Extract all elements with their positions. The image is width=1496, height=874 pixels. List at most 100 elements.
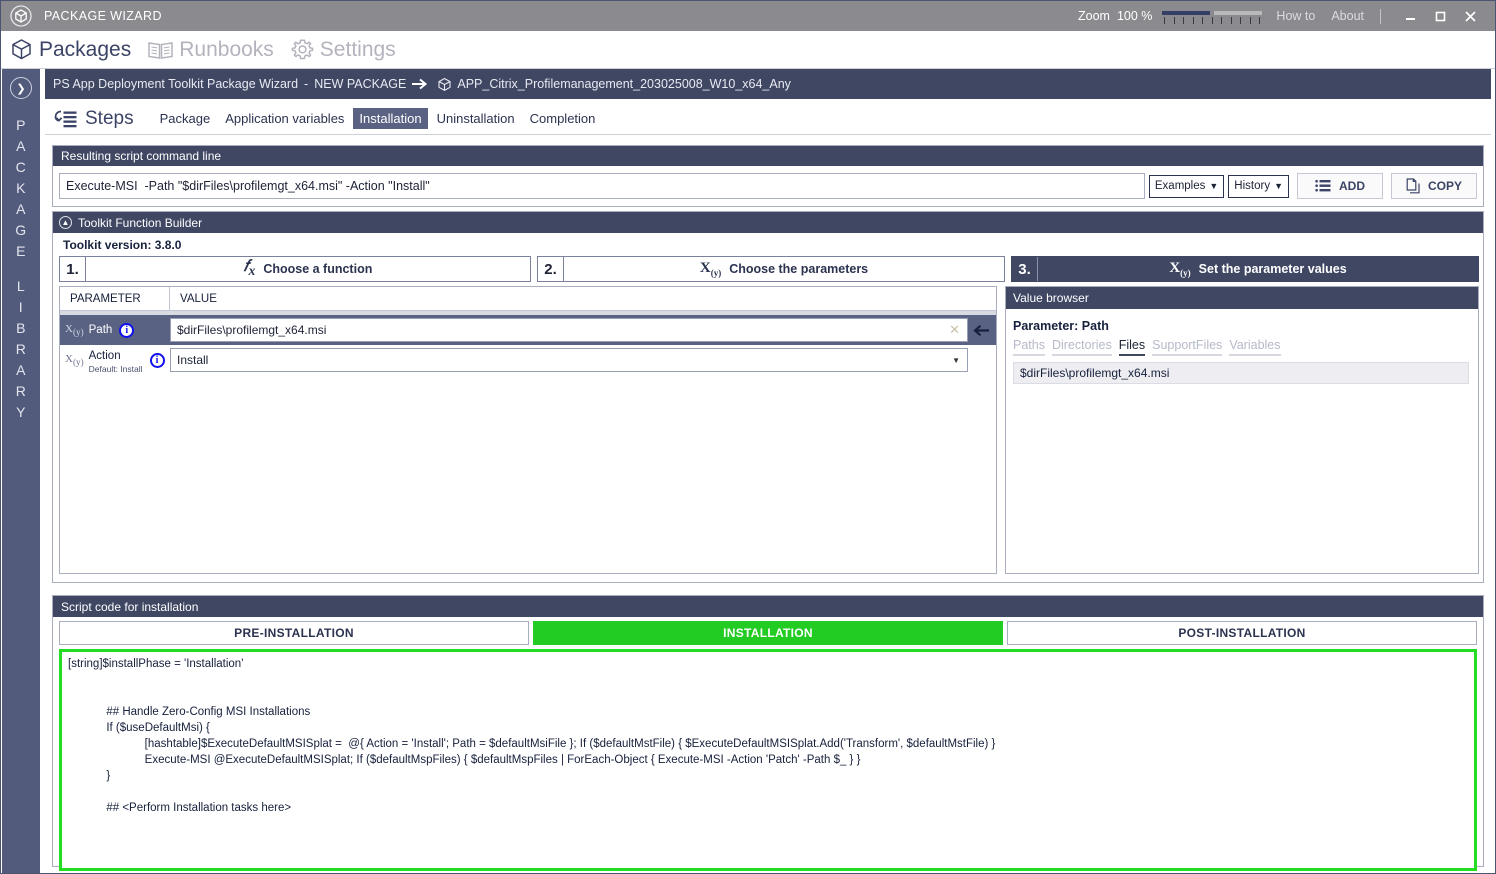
value-browser-tab-variables[interactable]: Variables xyxy=(1229,338,1281,356)
examples-label: Examples xyxy=(1154,180,1206,192)
sidebar-letter: G xyxy=(15,222,27,238)
action-value-dropdown[interactable]: Install ▼ xyxy=(170,348,968,372)
sidebar-letter: R xyxy=(15,341,27,357)
sidebar-letter: R xyxy=(15,383,27,399)
chevron-up-icon[interactable]: ▲ xyxy=(59,216,72,229)
how-to-link[interactable]: How to xyxy=(1276,9,1315,23)
info-icon[interactable]: i xyxy=(119,322,135,338)
step-tab-installation[interactable]: Installation xyxy=(353,108,428,129)
parameter-row-path[interactable]: X(y) Path i $dirFiles\profilemgt_x64.msi… xyxy=(60,315,996,345)
chevron-down-icon[interactable]: ▼ xyxy=(952,356,960,365)
variable-xy-icon: X(y) xyxy=(65,322,84,338)
variable-xy-icon: X(y) xyxy=(699,260,722,278)
builder-step-3[interactable]: 3. X(y) Set the parameter values xyxy=(1011,256,1479,282)
add-button[interactable]: ADD xyxy=(1297,173,1383,199)
clear-x-icon[interactable]: ✕ xyxy=(949,322,960,338)
value-browser-tab-paths[interactable]: Paths xyxy=(1013,338,1045,356)
builder-step-1-label-wrap: 𝑓x Choose a function xyxy=(86,257,530,281)
value-browser-tab-files[interactable]: Files xyxy=(1118,338,1146,356)
package-wizard-window: PACKAGE WIZARD Zoom 100 % How to About P… xyxy=(0,0,1496,874)
resulting-command-header: Resulting script command line xyxy=(53,146,1483,166)
value-browser-panel: Value browser Parameter: Path Paths Dire… xyxy=(1005,286,1479,574)
history-dropdown[interactable]: History ▼ xyxy=(1228,174,1289,198)
function-fx-icon: 𝑓x xyxy=(243,258,256,279)
about-link[interactable]: About xyxy=(1331,9,1364,23)
copy-label: COPY xyxy=(1427,179,1462,193)
list-item[interactable]: $dirFiles\profilemgt_x64.msi xyxy=(1013,362,1469,384)
nav-item-settings[interactable]: Settings xyxy=(290,37,396,62)
step-tab-package[interactable]: Package xyxy=(154,108,217,129)
resulting-command-panel: Resulting script command line Examples ▼… xyxy=(52,145,1484,207)
script-code-panel: Script code for installation PRE-INSTALL… xyxy=(52,595,1484,871)
zoom-slider[interactable] xyxy=(1162,7,1263,25)
value-browser-tab-directories[interactable]: Directories xyxy=(1051,338,1112,356)
script-code-tabs: PRE-INSTALLATION INSTALLATION POST-INSTA… xyxy=(53,617,1483,645)
builder-step-2[interactable]: 2. X(y) Choose the parameters xyxy=(537,256,1005,282)
breadcrumb-separator: - xyxy=(304,77,309,91)
steps-list-icon xyxy=(52,108,78,130)
breadcrumb-state: NEW PACKAGE xyxy=(314,77,407,91)
step-tab-application-variables[interactable]: Application variables xyxy=(219,108,350,129)
step-tab-uninstallation[interactable]: Uninstallation xyxy=(431,108,521,129)
sidebar-expand-chevron-right-icon[interactable]: ❯ xyxy=(10,77,32,99)
resulting-command-row: Examples ▼ History ▼ xyxy=(53,166,1483,206)
sidebar-label-package: P A C K A G E xyxy=(15,115,26,262)
parameter-row-action[interactable]: X(y) Action Default: Install i Install ▼ xyxy=(60,345,996,375)
minimize-icon[interactable] xyxy=(1395,1,1425,31)
chevron-down-icon: ▼ xyxy=(1209,181,1219,191)
resulting-command-input[interactable] xyxy=(59,173,1145,199)
sidebar-letter: A xyxy=(16,362,26,378)
tab-installation[interactable]: INSTALLATION xyxy=(533,621,1003,645)
parameter-value-cell: Install ▼ xyxy=(170,345,996,375)
column-header-parameter: PARAMETER xyxy=(60,286,170,311)
list-add-icon xyxy=(1315,179,1332,194)
builder-step-3-label-wrap: X(y) Set the parameter values xyxy=(1038,257,1478,281)
sidebar-letter: Y xyxy=(16,404,26,420)
steps-title: Steps xyxy=(85,107,134,129)
tab-pre-installation[interactable]: PRE-INSTALLATION xyxy=(59,621,529,645)
main-navigation: Packages Runbooks Settings xyxy=(1,31,1495,69)
builder-step-2-label-wrap: X(y) Choose the parameters xyxy=(564,257,1004,281)
value-browser-parameter-title: Parameter: Path xyxy=(1013,319,1109,333)
examples-dropdown[interactable]: Examples ▼ xyxy=(1148,174,1225,198)
title-bar: PACKAGE WIZARD Zoom 100 % How to About xyxy=(1,1,1495,31)
variable-xy-icon: X(y) xyxy=(1169,260,1191,278)
value-browser-tabs: Paths Directories Files SupportFiles Var… xyxy=(1006,333,1478,356)
zoom-value: 100 % xyxy=(1116,9,1153,23)
code-line: [string]$installPhase = 'Installation' xyxy=(68,658,244,670)
parameter-table: PARAMETER VALUE X(y) Path i $dirFiles\pr… xyxy=(59,286,997,574)
script-code-header: Script code for installation xyxy=(53,596,1483,617)
arrow-left-icon[interactable] xyxy=(968,324,992,337)
step-tab-completion[interactable]: Completion xyxy=(524,108,602,129)
copy-button[interactable]: COPY xyxy=(1391,173,1477,199)
zoom-label: Zoom xyxy=(1078,9,1110,23)
path-value-input[interactable]: $dirFiles\profilemgt_x64.msi ✕ xyxy=(170,318,968,342)
zoom-slider-ticks xyxy=(1164,17,1261,24)
value-browser-list: $dirFiles\profilemgt_x64.msi xyxy=(1013,362,1469,384)
package-library-sidebar: ❯ P A C K A G E L I B R A R Y xyxy=(2,69,40,873)
parameter-label-action: Action xyxy=(88,350,121,362)
code-line: } xyxy=(68,770,111,782)
action-value-text: Install xyxy=(177,353,209,367)
info-icon[interactable]: i xyxy=(149,352,165,368)
close-icon[interactable] xyxy=(1455,1,1485,31)
parameter-default-action: Default: Install xyxy=(88,364,143,374)
maximize-icon[interactable] xyxy=(1425,1,1455,31)
value-browser-tab-supportfiles[interactable]: SupportFiles xyxy=(1152,338,1223,356)
steps-bar: Steps Package Application variables Inst… xyxy=(45,103,1491,135)
builder-step-2-number: 2. xyxy=(538,257,564,281)
nav-item-runbooks[interactable]: Runbooks xyxy=(147,38,274,62)
code-line: Execute-MSI @ExecuteDefaultMSISplat; If … xyxy=(68,754,861,766)
breadcrumb-package-name: APP_Citrix_Profilemanagement_203025008_W… xyxy=(457,77,791,91)
builder-step-1[interactable]: 1. 𝑓x Choose a function xyxy=(59,256,531,282)
nav-item-packages[interactable]: Packages xyxy=(9,37,131,62)
value-browser-header: Value browser xyxy=(1006,287,1478,309)
tab-post-installation[interactable]: POST-INSTALLATION xyxy=(1007,621,1477,645)
zoom-slider-track xyxy=(1214,11,1263,15)
script-code-editor[interactable]: [string]$installPhase = 'Installation' #… xyxy=(59,649,1477,871)
titlebar-divider xyxy=(1380,8,1381,24)
sidebar-letter: A xyxy=(16,201,26,217)
builder-steps: 1. 𝑓x Choose a function 2. X(y) Choose t… xyxy=(59,256,1479,282)
